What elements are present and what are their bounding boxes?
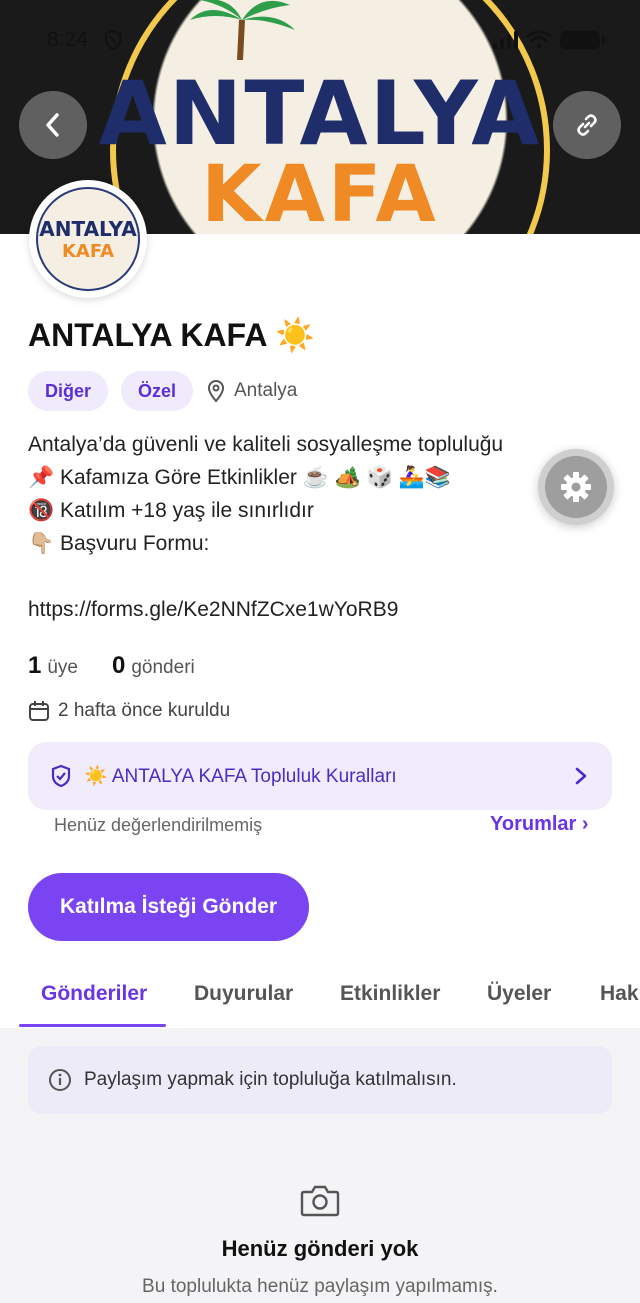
tab-posts[interactable]: Gönderiler <box>41 982 147 1006</box>
member-label: üye <box>47 657 78 678</box>
community-description: Antalya’da güvenli ve kaliteli sosyalleş… <box>28 433 504 621</box>
comments-link[interactable]: Yorumlar › <box>490 813 589 836</box>
community-stats: 1 üye 0 gönderi <box>28 652 195 680</box>
link-icon <box>577 114 597 136</box>
join-request-button[interactable]: Katılma İsteği Gönder <box>28 873 309 941</box>
tab-bar: Gönderiler Duyurular Etkinlikler Üyeler … <box>0 962 640 1028</box>
community-rules-row[interactable]: ☀️ ANTALYA KAFA Topluluk Kuralları <box>28 742 612 810</box>
tab-announcements[interactable]: Duyurular <box>194 982 293 1006</box>
status-time: 8:24 <box>47 28 88 51</box>
palm-illustration <box>190 0 295 60</box>
gear-icon <box>561 472 591 502</box>
avatar-logo-line1: ANTALYA <box>39 216 137 241</box>
empty-state-title: Henüz gönderi yok <box>221 1236 419 1261</box>
share-link-button[interactable] <box>553 91 621 159</box>
empty-state-subtitle: Bu toplulukta henüz paylaşım yapılmamış. <box>142 1276 498 1297</box>
battery-icon <box>560 31 605 49</box>
calendar-icon <box>29 701 49 721</box>
join-notice: Paylaşım yapmak için topluluğa katılmalı… <box>28 1046 612 1114</box>
location-pin-icon <box>207 380 225 402</box>
back-button[interactable] <box>19 91 87 159</box>
info-icon <box>49 1069 71 1091</box>
member-count: 1 <box>28 652 42 679</box>
settings-button[interactable] <box>538 449 614 525</box>
founded-label: 2 hafta önce kuruldu <box>58 700 231 721</box>
signal-icon <box>493 31 518 49</box>
chevron-left-icon <box>46 113 59 137</box>
tab-events[interactable]: Etkinlikler <box>340 982 440 1006</box>
location: Antalya <box>206 380 297 402</box>
active-tab-indicator <box>19 1024 166 1027</box>
category-chip[interactable]: Diğer <box>28 371 108 411</box>
tab-about[interactable]: Hakkında <box>600 982 640 1006</box>
chevron-right-icon <box>575 767 587 785</box>
location-label: Antalya <box>234 380 298 401</box>
avatar-logo-line2: KAFA <box>61 240 115 262</box>
camera-icon <box>300 1185 340 1217</box>
community-title: ANTALYA KAFA ☀️ <box>28 317 315 353</box>
privacy-chip[interactable]: Özel <box>121 371 193 411</box>
rating-status: Henüz değerlendirilmemiş <box>54 815 263 835</box>
rules-label: ☀️ ANTALYA KAFA Topluluk Kuralları <box>84 766 397 787</box>
founded-info: 2 hafta önce kuruldu <box>28 700 230 722</box>
post-label: gönderi <box>131 657 195 678</box>
shield-status-icon <box>104 30 122 50</box>
notice-text: Paylaşım yapmak için topluluğa katılmalı… <box>84 1069 457 1090</box>
shield-check-icon <box>51 764 71 788</box>
tab-members[interactable]: Üyeler <box>487 982 551 1006</box>
community-avatar: ANTALYA KAFA <box>29 180 147 298</box>
post-count: 0 <box>112 652 126 679</box>
status-indicators <box>493 30 605 50</box>
wifi-icon <box>526 30 552 49</box>
avatar-logo: ANTALYA KAFA <box>36 187 140 291</box>
